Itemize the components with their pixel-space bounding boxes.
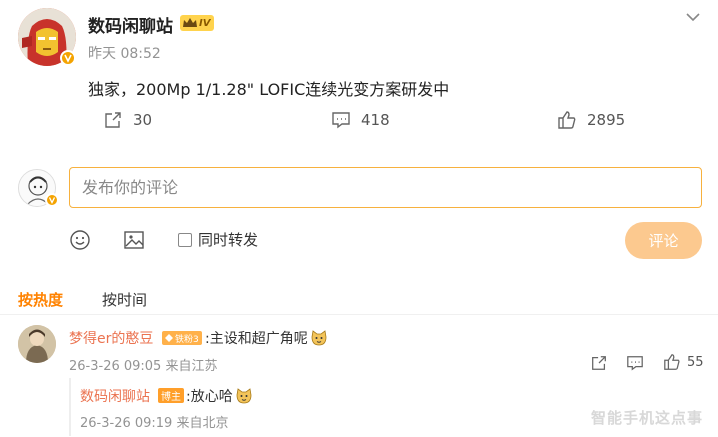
share-icon[interactable] bbox=[590, 354, 608, 372]
doge-emoji-icon bbox=[311, 330, 327, 346]
comment-like-count: 55 bbox=[687, 354, 704, 370]
watermark-text: 智能手机这点事 bbox=[591, 409, 704, 427]
post-text: 独家，200Mp 1/1.28" LOFIC连续光变方案研发中 bbox=[88, 80, 450, 99]
blogger-badge: 博主 bbox=[158, 388, 184, 403]
like-button[interactable]: 2895 bbox=[557, 110, 625, 130]
diamond-icon bbox=[165, 334, 173, 342]
comment-input[interactable] bbox=[69, 167, 702, 208]
divider bbox=[0, 314, 718, 315]
fan-badge-text: 铁粉3 bbox=[175, 334, 199, 345]
like-icon bbox=[558, 111, 576, 129]
chevron-down-icon[interactable] bbox=[684, 8, 702, 26]
verified-badge-icon bbox=[60, 50, 76, 66]
fan-badge: 铁粉3 bbox=[162, 331, 202, 345]
like-icon bbox=[664, 354, 680, 370]
comment-timestamp: 26-3-26 09:05 来自江苏 bbox=[69, 359, 218, 374]
submit-comment-button[interactable]: 评论 bbox=[625, 222, 702, 259]
reply-indent-bar bbox=[69, 378, 71, 436]
reply-text: :放心哈 bbox=[186, 386, 253, 406]
repost-checkbox[interactable]: 同时转发 bbox=[178, 229, 258, 250]
commenter-avatar[interactable] bbox=[18, 325, 56, 363]
comment-icon bbox=[332, 112, 350, 129]
comment-text: :主设和超广角呢 bbox=[205, 328, 328, 348]
comment-text-content: :主设和超广角呢 bbox=[205, 331, 308, 347]
comment-icon[interactable] bbox=[626, 354, 644, 372]
tab-sort-time[interactable]: 按时间 bbox=[102, 289, 147, 310]
checkbox-box[interactable] bbox=[178, 232, 192, 247]
comment-button[interactable]: 418 bbox=[331, 110, 390, 130]
share-count: 30 bbox=[133, 111, 153, 129]
level-badge-text: IV bbox=[199, 17, 211, 29]
comment-like-button[interactable]: 55 bbox=[663, 353, 704, 371]
tab-sort-hot[interactable]: 按热度 bbox=[18, 289, 63, 310]
level-badge: IV bbox=[180, 15, 215, 31]
reply-author-name[interactable]: 数码闲聊站 bbox=[80, 386, 150, 406]
reply-text-content: :放心哈 bbox=[186, 389, 233, 405]
comment-count: 418 bbox=[361, 111, 390, 129]
crown-icon bbox=[183, 18, 197, 27]
share-button[interactable]: 30 bbox=[103, 110, 152, 130]
doge-emoji-icon bbox=[236, 388, 252, 404]
image-icon[interactable] bbox=[123, 229, 145, 251]
anime-avatar-image bbox=[18, 325, 56, 363]
post-author-name[interactable]: 数码闲聊站 bbox=[88, 12, 173, 37]
like-count: 2895 bbox=[587, 111, 626, 129]
reply-timestamp: 26-3-26 09:19 来自北京 bbox=[80, 416, 229, 431]
post-timestamp[interactable]: 昨天 08:52 bbox=[88, 43, 161, 63]
commenter-name[interactable]: 梦得er的憨豆 bbox=[69, 328, 153, 348]
repost-label: 同时转发 bbox=[198, 231, 259, 249]
verified-badge-icon bbox=[45, 193, 59, 207]
share-icon bbox=[105, 112, 121, 128]
emoji-icon[interactable] bbox=[69, 229, 91, 251]
